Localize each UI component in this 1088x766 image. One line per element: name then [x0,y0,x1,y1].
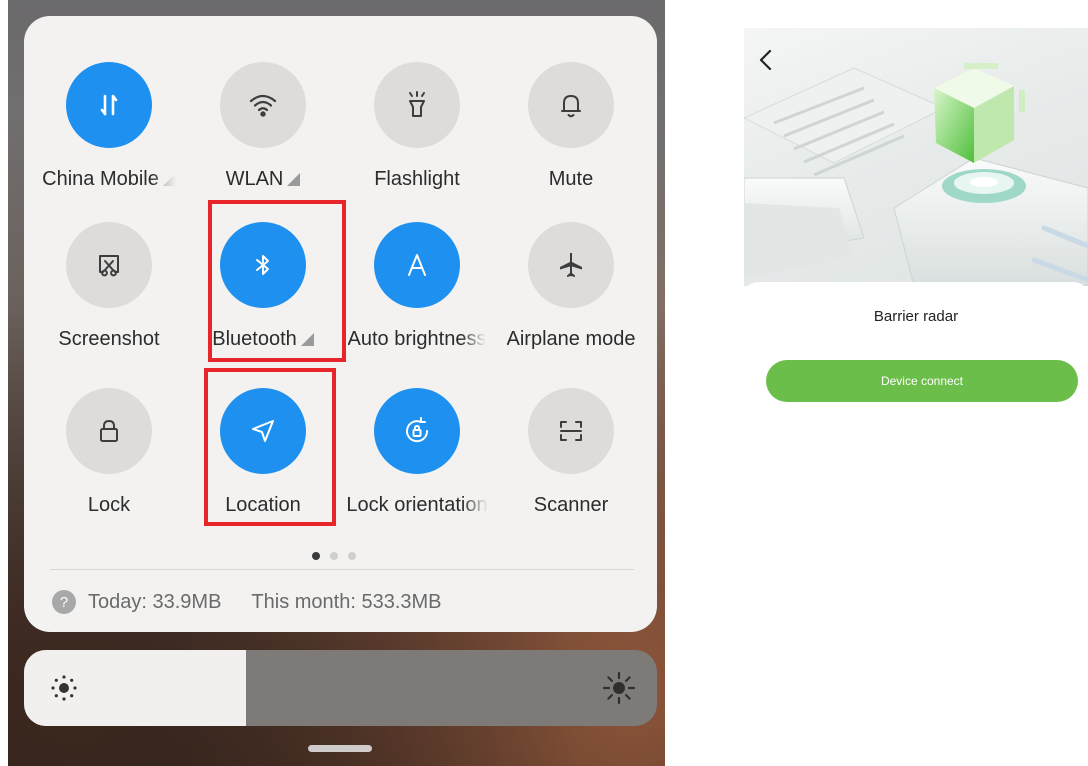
lock-icon [66,388,152,474]
tile-screenshot[interactable]: Screenshot [30,222,188,372]
bell-icon [528,62,614,148]
rotation-lock-icon [374,388,460,474]
usage-today: Today: 33.9MB [88,590,222,613]
tile-lock-orientation[interactable]: Lock orientation [338,388,496,538]
device-connect-button[interactable]: Device connect [766,360,1078,402]
phone-control-center: China Mobile WLAN Flashlight Mute Screen… [8,0,665,766]
flashlight-icon [374,62,460,148]
scanner-icon [528,388,614,474]
tile-label: Screenshot [58,328,160,350]
airplane-icon [528,222,614,308]
expand-triangle-icon [162,173,176,186]
auto-brightness-icon [374,222,460,308]
tile-wlan[interactable]: WLAN [184,62,342,212]
tile-label: Scanner [533,494,609,516]
expand-triangle-icon [287,173,301,186]
brightness-low-icon [51,675,77,701]
tile-airplane-mode[interactable]: Airplane mode [492,222,650,372]
page-indicator[interactable] [312,552,356,560]
wifi-icon [220,62,306,148]
tile-label: Airplane mode [506,328,636,350]
page-dot-1[interactable] [312,552,320,560]
device-illustration [744,63,1088,286]
tile-label: WLAN [226,168,301,191]
highlight-box-location [204,368,336,526]
page-dot-2[interactable] [330,552,338,560]
back-arrow-icon[interactable] [752,46,780,74]
data-usage[interactable]: ? Today: 33.9MB This month: 533.3MB [52,590,442,614]
tile-mobile-data[interactable]: China Mobile [30,62,188,212]
screenshot-icon [66,222,152,308]
tile-scanner[interactable]: Scanner [492,388,650,538]
divider [50,569,634,570]
tile-label: Lock orientation [346,494,488,516]
page-dot-3[interactable] [348,552,356,560]
help-icon[interactable]: ? [52,590,76,614]
tile-mute[interactable]: Mute [492,62,650,212]
highlight-box-bluetooth [208,200,346,362]
brightness-slider[interactable] [24,650,657,726]
device-info-sheet: Barrier radar Device connect [744,282,1088,428]
brightness-high-icon [602,671,636,705]
usage-month: This month: 533.3MB [251,590,442,613]
tile-flashlight[interactable]: Flashlight [338,62,496,212]
tile-label: Auto brightness [347,328,487,350]
tile-label: Lock [87,494,131,516]
home-indicator[interactable] [308,745,372,752]
tile-lock[interactable]: Lock [30,388,188,538]
device-hero-image [744,28,1088,286]
barrier-radar-app: Barrier radar Device connect [744,28,1088,428]
tile-label: Flashlight [374,168,460,190]
tile-label: China Mobile [42,168,176,191]
tile-auto-brightness[interactable]: Auto brightness [338,222,496,372]
device-name: Barrier radar [873,308,959,325]
tile-label: Mute [548,168,594,190]
mobile-data-icon [66,62,152,148]
